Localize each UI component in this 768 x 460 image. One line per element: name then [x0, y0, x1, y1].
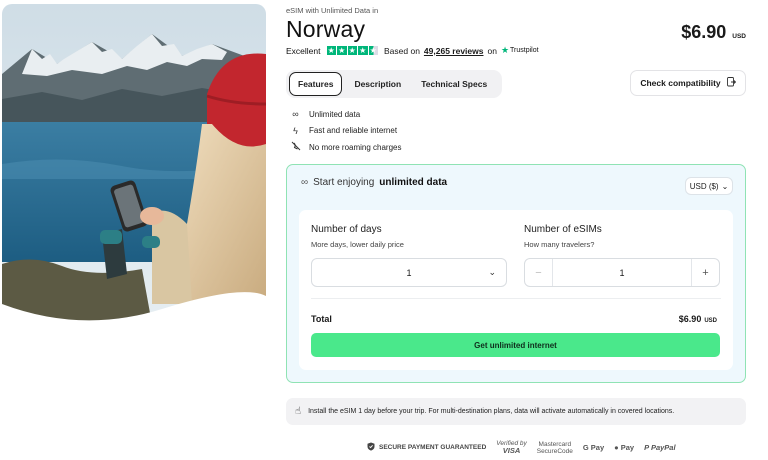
tab-features[interactable]: Features [289, 72, 343, 96]
feature-label: Unlimited data [309, 109, 361, 119]
trustpilot-star-icon: ★ [500, 45, 510, 55]
currency-select[interactable]: USD ($) ⌄ [685, 177, 733, 195]
apple-pay-logo: ● Pay [614, 443, 634, 452]
days-group: Number of days More days, lower daily pr… [311, 224, 404, 249]
rating-label: Excellent [286, 45, 321, 56]
check-compatibility-label: Check compatibility [640, 78, 721, 88]
card-heading-prefix: Start enjoying [313, 177, 375, 188]
total-amount: $6.90 [678, 314, 702, 324]
no-roaming-icon [290, 141, 301, 153]
rating-row: Excellent ★ ★ ★ ★ ★ Based on 49,265 revi… [286, 45, 539, 56]
paypal-label: PayPal [650, 443, 676, 452]
days-select[interactable]: 1 ⌄ [311, 258, 507, 287]
install-note-text: Install the eSIM 1 day before your trip.… [308, 408, 675, 415]
check-compatibility-button[interactable]: Check compatibility [630, 70, 746, 96]
total-currency: USD [704, 318, 717, 324]
price-amount: $6.90 [681, 22, 727, 42]
info-tabs: Features Description Technical Specs [286, 70, 502, 98]
star-icon: ★ [347, 45, 357, 56]
hero-image [2, 4, 266, 324]
payment-badges: SECURE PAYMENT GUARANTEED Verified by VI… [367, 440, 676, 455]
chevron-down-icon: ⌄ [721, 181, 729, 191]
trustpilot-name: Trustpilot [510, 47, 539, 54]
shield-icon [367, 442, 375, 453]
tab-description[interactable]: Description [346, 73, 409, 95]
esims-group: Number of eSIMs How many travelers? [524, 224, 602, 249]
product-eyebrow: eSIM with Unlimited Data in [286, 6, 379, 15]
secure-payment-label: SECURE PAYMENT GUARANTEED [379, 444, 487, 451]
esims-stepper: − 1 + [524, 258, 720, 287]
page-title: Norway [286, 16, 366, 42]
price-currency: USD [732, 33, 746, 40]
install-note: ☝ Install the eSIM 1 day before your tri… [286, 398, 746, 425]
price: $6.90 USD [681, 22, 746, 43]
decrement-button[interactable]: − [525, 259, 553, 286]
google-pay-logo: G Pay [582, 443, 605, 452]
feature-label: No more roaming charges [309, 142, 402, 152]
product-panel: eSIM with Unlimited Data in Norway $6.90… [286, 0, 746, 460]
feature-item: ϟ Fast and reliable internet [290, 123, 401, 140]
mastercard-securecode-logo: Mastercard SecureCode [537, 441, 573, 455]
feature-item: No more roaming charges [290, 139, 401, 156]
esims-title: Number of eSIMs [524, 224, 602, 235]
chevron-down-icon: ⌄ [488, 267, 496, 277]
star-icon: ★ [337, 45, 347, 56]
total-value: $6.90 USD [679, 314, 717, 324]
apple-pay-label: Pay [618, 443, 635, 452]
paypal-logo: P PayPal [644, 443, 675, 452]
mc-top: Mastercard [538, 440, 572, 448]
secure-payment: SECURE PAYMENT GUARANTEED [367, 442, 486, 453]
star-icon: ★ [358, 45, 368, 56]
trustpilot-logo[interactable]: ★ Trustpilot [501, 45, 539, 56]
rating-on: on [487, 45, 497, 56]
verified-by-visa-logo: Verified by VISA [496, 440, 526, 455]
rating-prefix: Based on [384, 45, 420, 56]
lightning-icon: ϟ [293, 125, 298, 136]
external-link-icon [726, 77, 736, 89]
card-heading-bold: unlimited data [379, 177, 448, 188]
hand-tap-icon: ☝ [295, 406, 302, 417]
get-unlimited-internet-button[interactable]: Get unlimited internet [311, 333, 720, 357]
feature-item: ∞ Unlimited data [290, 106, 401, 123]
feature-list: ∞ Unlimited data ϟ Fast and reliable int… [290, 106, 401, 156]
infinity-icon: ∞ [301, 177, 309, 188]
paypal-icon: P [644, 443, 649, 452]
infinity-icon: ∞ [292, 109, 299, 120]
divider [311, 298, 721, 299]
mc-bottom: SecureCode [536, 447, 573, 455]
purchase-card: ∞ Start enjoying unlimited data USD ($) … [286, 164, 746, 383]
total-label: Total [311, 314, 332, 324]
star-icon: ★ [326, 45, 336, 56]
star-half-icon: ★ [368, 45, 378, 56]
visa-bottom: VISA [502, 446, 521, 455]
order-form: Number of days More days, lower daily pr… [299, 210, 733, 370]
currency-select-value: USD ($) [689, 181, 719, 191]
reviews-link[interactable]: 49,265 reviews [424, 46, 484, 56]
tab-technical-specs[interactable]: Technical Specs [413, 73, 495, 95]
esims-value[interactable]: 1 [553, 268, 691, 278]
days-subtitle: More days, lower daily price [311, 240, 404, 249]
days-value: 1 [406, 267, 412, 278]
card-heading: ∞ Start enjoying unlimited data [301, 177, 447, 188]
days-title: Number of days [311, 224, 382, 235]
increment-button[interactable]: + [691, 259, 719, 286]
rating-stars: ★ ★ ★ ★ ★ [326, 45, 378, 56]
feature-label: Fast and reliable internet [309, 126, 398, 136]
esims-subtitle: How many travelers? [524, 240, 595, 249]
